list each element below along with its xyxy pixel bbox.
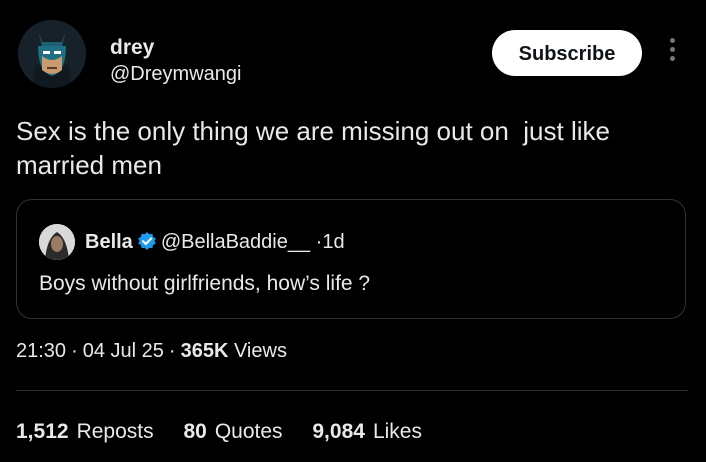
quoted-display-name[interactable]: Bella bbox=[85, 231, 133, 253]
tweet-stats: 1,512 Reposts 80 Quotes 9,084 Likes bbox=[16, 419, 446, 445]
quotes-count: 80 bbox=[183, 420, 207, 443]
meta-dot-separator: · bbox=[71, 340, 78, 362]
divider bbox=[16, 390, 688, 391]
more-vertical-icon[interactable] bbox=[662, 38, 682, 68]
quoted-time[interactable]: 1d bbox=[322, 231, 344, 253]
tweet-header: drey @Dreymwangi Subscribe bbox=[14, 14, 692, 94]
meta-dot-separator: · bbox=[168, 340, 176, 362]
verified-badge-icon bbox=[137, 231, 157, 257]
subscribe-button[interactable]: Subscribe bbox=[492, 30, 642, 76]
author-handle[interactable]: @Dreymwangi bbox=[110, 62, 241, 86]
quoted-text: Boys without girlfriends, how’s life ? bbox=[39, 272, 371, 295]
batman-avatar-icon[interactable] bbox=[18, 20, 86, 88]
quoted-tweet[interactable]: Bella @BellaBaddie__ ·1d Boys without gir… bbox=[16, 199, 686, 319]
reposts-label: Reposts bbox=[76, 420, 154, 443]
reposts-stat[interactable]: 1,512 Reposts bbox=[16, 419, 154, 445]
more-dot bbox=[669, 38, 675, 43]
quotes-label: Quotes bbox=[214, 420, 283, 443]
tweet-date[interactable]: 04 Jul 25 bbox=[83, 340, 164, 362]
quotes-stat[interactable]: 80 Quotes bbox=[183, 419, 282, 445]
tweet-text: Sex is the only thing we are missing out… bbox=[16, 116, 618, 180]
likes-stat[interactable]: 9,084 Likes bbox=[312, 419, 422, 445]
quoted-handle[interactable]: @BellaBaddie__ bbox=[161, 231, 310, 253]
author-info: drey @Dreymwangi bbox=[110, 36, 241, 86]
more-dot bbox=[669, 47, 675, 52]
likes-label: Likes bbox=[372, 420, 422, 443]
likes-count: 9,084 bbox=[312, 420, 365, 443]
reposts-count: 1,512 bbox=[16, 420, 69, 443]
author-display-name[interactable]: drey bbox=[110, 36, 241, 60]
more-dot bbox=[669, 56, 675, 61]
tweet-time[interactable]: 21:30 bbox=[16, 340, 66, 362]
quoted-header: Bella @BellaBaddie__ ·1d bbox=[85, 230, 345, 257]
tweet-meta: 21:30 · 04 Jul 25 · 365K Views bbox=[16, 338, 287, 364]
quoted-avatar[interactable] bbox=[39, 224, 75, 260]
views-label: Views bbox=[233, 340, 287, 362]
views-count: 365K bbox=[180, 340, 229, 362]
